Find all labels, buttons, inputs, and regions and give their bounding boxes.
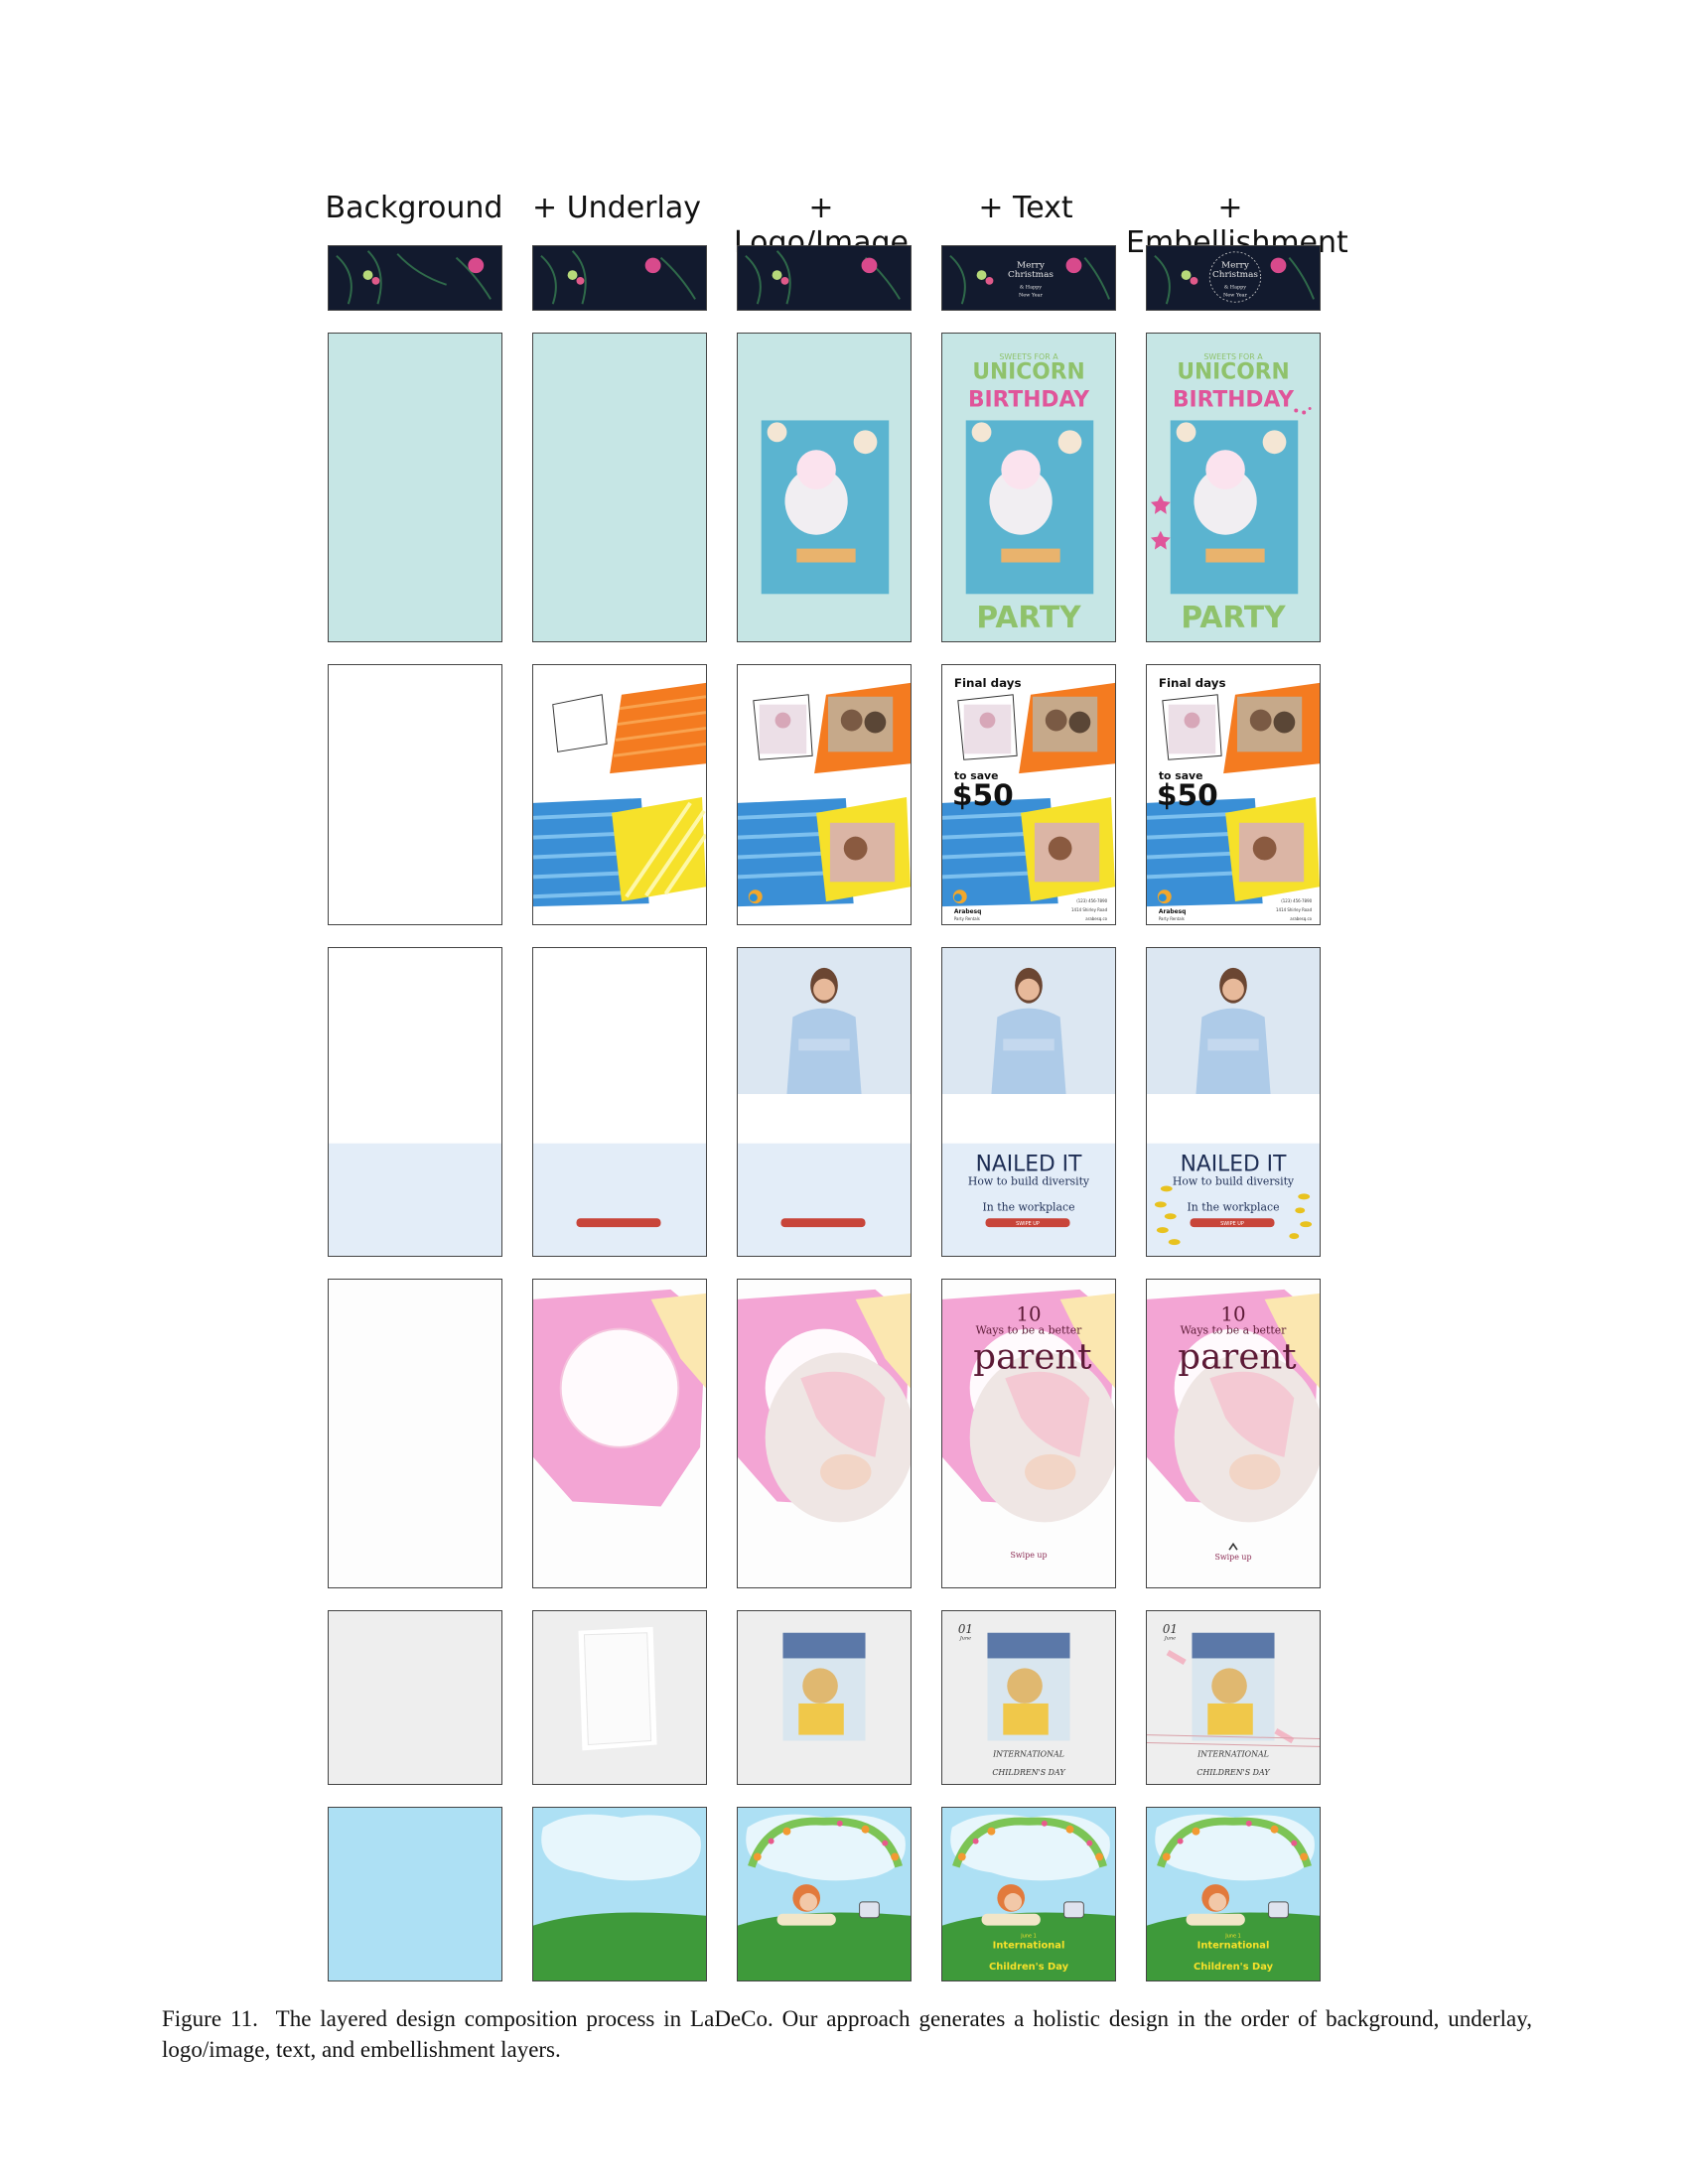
diversity-post-image [737,947,912,1257]
sale-phone: (123) 456-7890 [1076,898,1107,903]
sale-address: 1414 Shirley Road [1276,907,1313,912]
scene-line-2: Children's Day [989,1962,1069,1973]
diversity-post-text: NAILED IT How to build diversity In the … [941,947,1116,1257]
unicorn-title-2: BIRTHDAY [968,387,1089,412]
figure-caption-text: The layered design composition process i… [162,2006,1533,2062]
childrens-day-scene-image [737,1807,912,1981]
card-date-day: 01 [1163,1622,1178,1636]
sale-poster-underlay [532,664,707,925]
unicorn-title-2: BIRTHDAY [1173,387,1294,412]
parent-line: Ways to be a better [976,1324,1083,1337]
sale-address: 1414 Shirley Road [1071,907,1108,912]
sale-web: arabesq.co [1290,916,1312,921]
sale-price: $50 [952,778,1014,813]
sale-price: $50 [1157,778,1218,813]
banner-text-happy: & Happy [1224,285,1247,291]
unicorn-bottom-line: PARTY [1181,601,1286,635]
parent-post-image [737,1279,912,1588]
parent-number: 10 [1220,1303,1245,1326]
diversity-line-2: In the workplace [1187,1200,1279,1213]
diversity-line-1: How to build diversity [968,1174,1090,1187]
sale-brand: Arabesq [954,908,982,915]
unicorn-title-1: UNICORN [1177,360,1289,385]
diversity-cta: SWIPE UP [1016,1221,1040,1227]
diversity-post-embellished: NAILED IT How to build diversity In the … [1146,947,1321,1257]
parent-line: Ways to be a better [1181,1324,1288,1337]
column-header-underlay: + Underlay [532,191,701,225]
banner-text-christmas: Christmas [1212,270,1258,280]
sale-web: arabesq.co [1085,916,1107,921]
childrens-day-card-embellished: 01 June INTERNATIONAL CHILDREN'S DAY [1146,1610,1321,1785]
childrens-day-scene-background [328,1807,502,1981]
childrens-day-card-background [328,1610,502,1785]
diversity-post-underlay [532,947,707,1257]
banner-text-merry: Merry [1221,260,1249,270]
christmas-banner-underlay [532,245,707,311]
diversity-title: NAILED IT [976,1153,1082,1177]
childrens-day-scene-embellished: June 1 International Children's Day [1146,1807,1321,1981]
childrens-day-card-text: 01 June INTERNATIONAL CHILDREN'S DAY [941,1610,1116,1785]
unicorn-poster-underlay [532,333,707,642]
scene-line-1: International [1197,1940,1270,1951]
banner-text-merry: Merry [1017,260,1045,270]
sale-brand: Arabesq [1159,908,1187,915]
parent-post-text: 10 Ways to be a better parent Swipe up [941,1279,1116,1588]
parent-word: parent [973,1336,1092,1377]
card-date-month: June [959,1636,971,1642]
scene-line-1: International [993,1940,1065,1951]
sale-brand-sub: Party Rentals [954,916,980,921]
parent-post-embellished: 10 Ways to be a better parent Swipe up [1146,1279,1321,1588]
christmas-banner-image [737,245,912,311]
unicorn-poster-embellished: SWEETS FOR A UNICORN BIRTHDAY PARTY [1146,333,1321,642]
christmas-banner-background [328,245,502,311]
unicorn-poster-image [737,333,912,642]
figure-label: Figure 11. [162,2006,258,2031]
scene-small: June 1 [1224,1934,1240,1940]
column-header-background: Background [325,191,503,225]
childrens-day-card-image [737,1610,912,1785]
unicorn-poster-text: SWEETS FOR A UNICORN BIRTHDAY PARTY [941,333,1116,642]
childrens-day-scene-underlay [532,1807,707,1981]
card-line-2: CHILDREN'S DAY [1196,1768,1270,1777]
christmas-banner-text: Merry Christmas & Happy New Year [941,245,1116,311]
diversity-cta: SWIPE UP [1220,1221,1244,1227]
childrens-day-scene-text: June 1 International Children's Day [941,1807,1116,1981]
column-header-text: + Text [978,191,1073,225]
scene-small: June 1 [1020,1934,1036,1940]
scene-line-2: Children's Day [1194,1962,1274,1973]
card-line-1: INTERNATIONAL [1196,1749,1269,1758]
parent-post-background [328,1279,502,1588]
diversity-line-1: How to build diversity [1173,1174,1295,1187]
banner-text-happy: & Happy [1020,285,1043,291]
diversity-line-2: In the workplace [982,1200,1074,1213]
banner-text-new-year: New Year [1223,292,1248,298]
card-line-1: INTERNATIONAL [992,1749,1064,1758]
christmas-banner-embellished: Merry Christmas & Happy New Year [1146,245,1321,311]
sale-head: Final days [1159,676,1226,690]
sale-poster-image [737,664,912,925]
parent-word: parent [1178,1336,1297,1377]
sale-poster-embellished: Final days to save $50 Arabesq Party Ren… [1146,664,1321,925]
sale-brand-sub: Party Rentals [1159,916,1185,921]
parent-cta: Swipe up [1010,1551,1047,1560]
parent-cta: Swipe up [1214,1553,1251,1562]
sale-poster-background [328,664,502,925]
banner-text-new-year: New Year [1019,292,1044,298]
diversity-title: NAILED IT [1181,1153,1287,1177]
card-date-day: 01 [958,1622,973,1636]
figure-caption: Figure 11. The layered design compositio… [162,2003,1532,2065]
parent-number: 10 [1016,1303,1041,1326]
sale-phone: (123) 456-7890 [1281,898,1312,903]
card-line-2: CHILDREN'S DAY [992,1768,1065,1777]
unicorn-poster-background [328,333,502,642]
sale-head: Final days [954,676,1022,690]
unicorn-title-1: UNICORN [972,360,1084,385]
diversity-post-background [328,947,502,1257]
unicorn-bottom-line: PARTY [976,601,1081,635]
childrens-day-card-underlay [532,1610,707,1785]
sale-poster-text: Final days to save $50 Arabesq Party Ren… [941,664,1116,925]
card-date-month: June [1164,1636,1176,1642]
parent-post-underlay [532,1279,707,1588]
banner-text-christmas: Christmas [1008,270,1054,280]
